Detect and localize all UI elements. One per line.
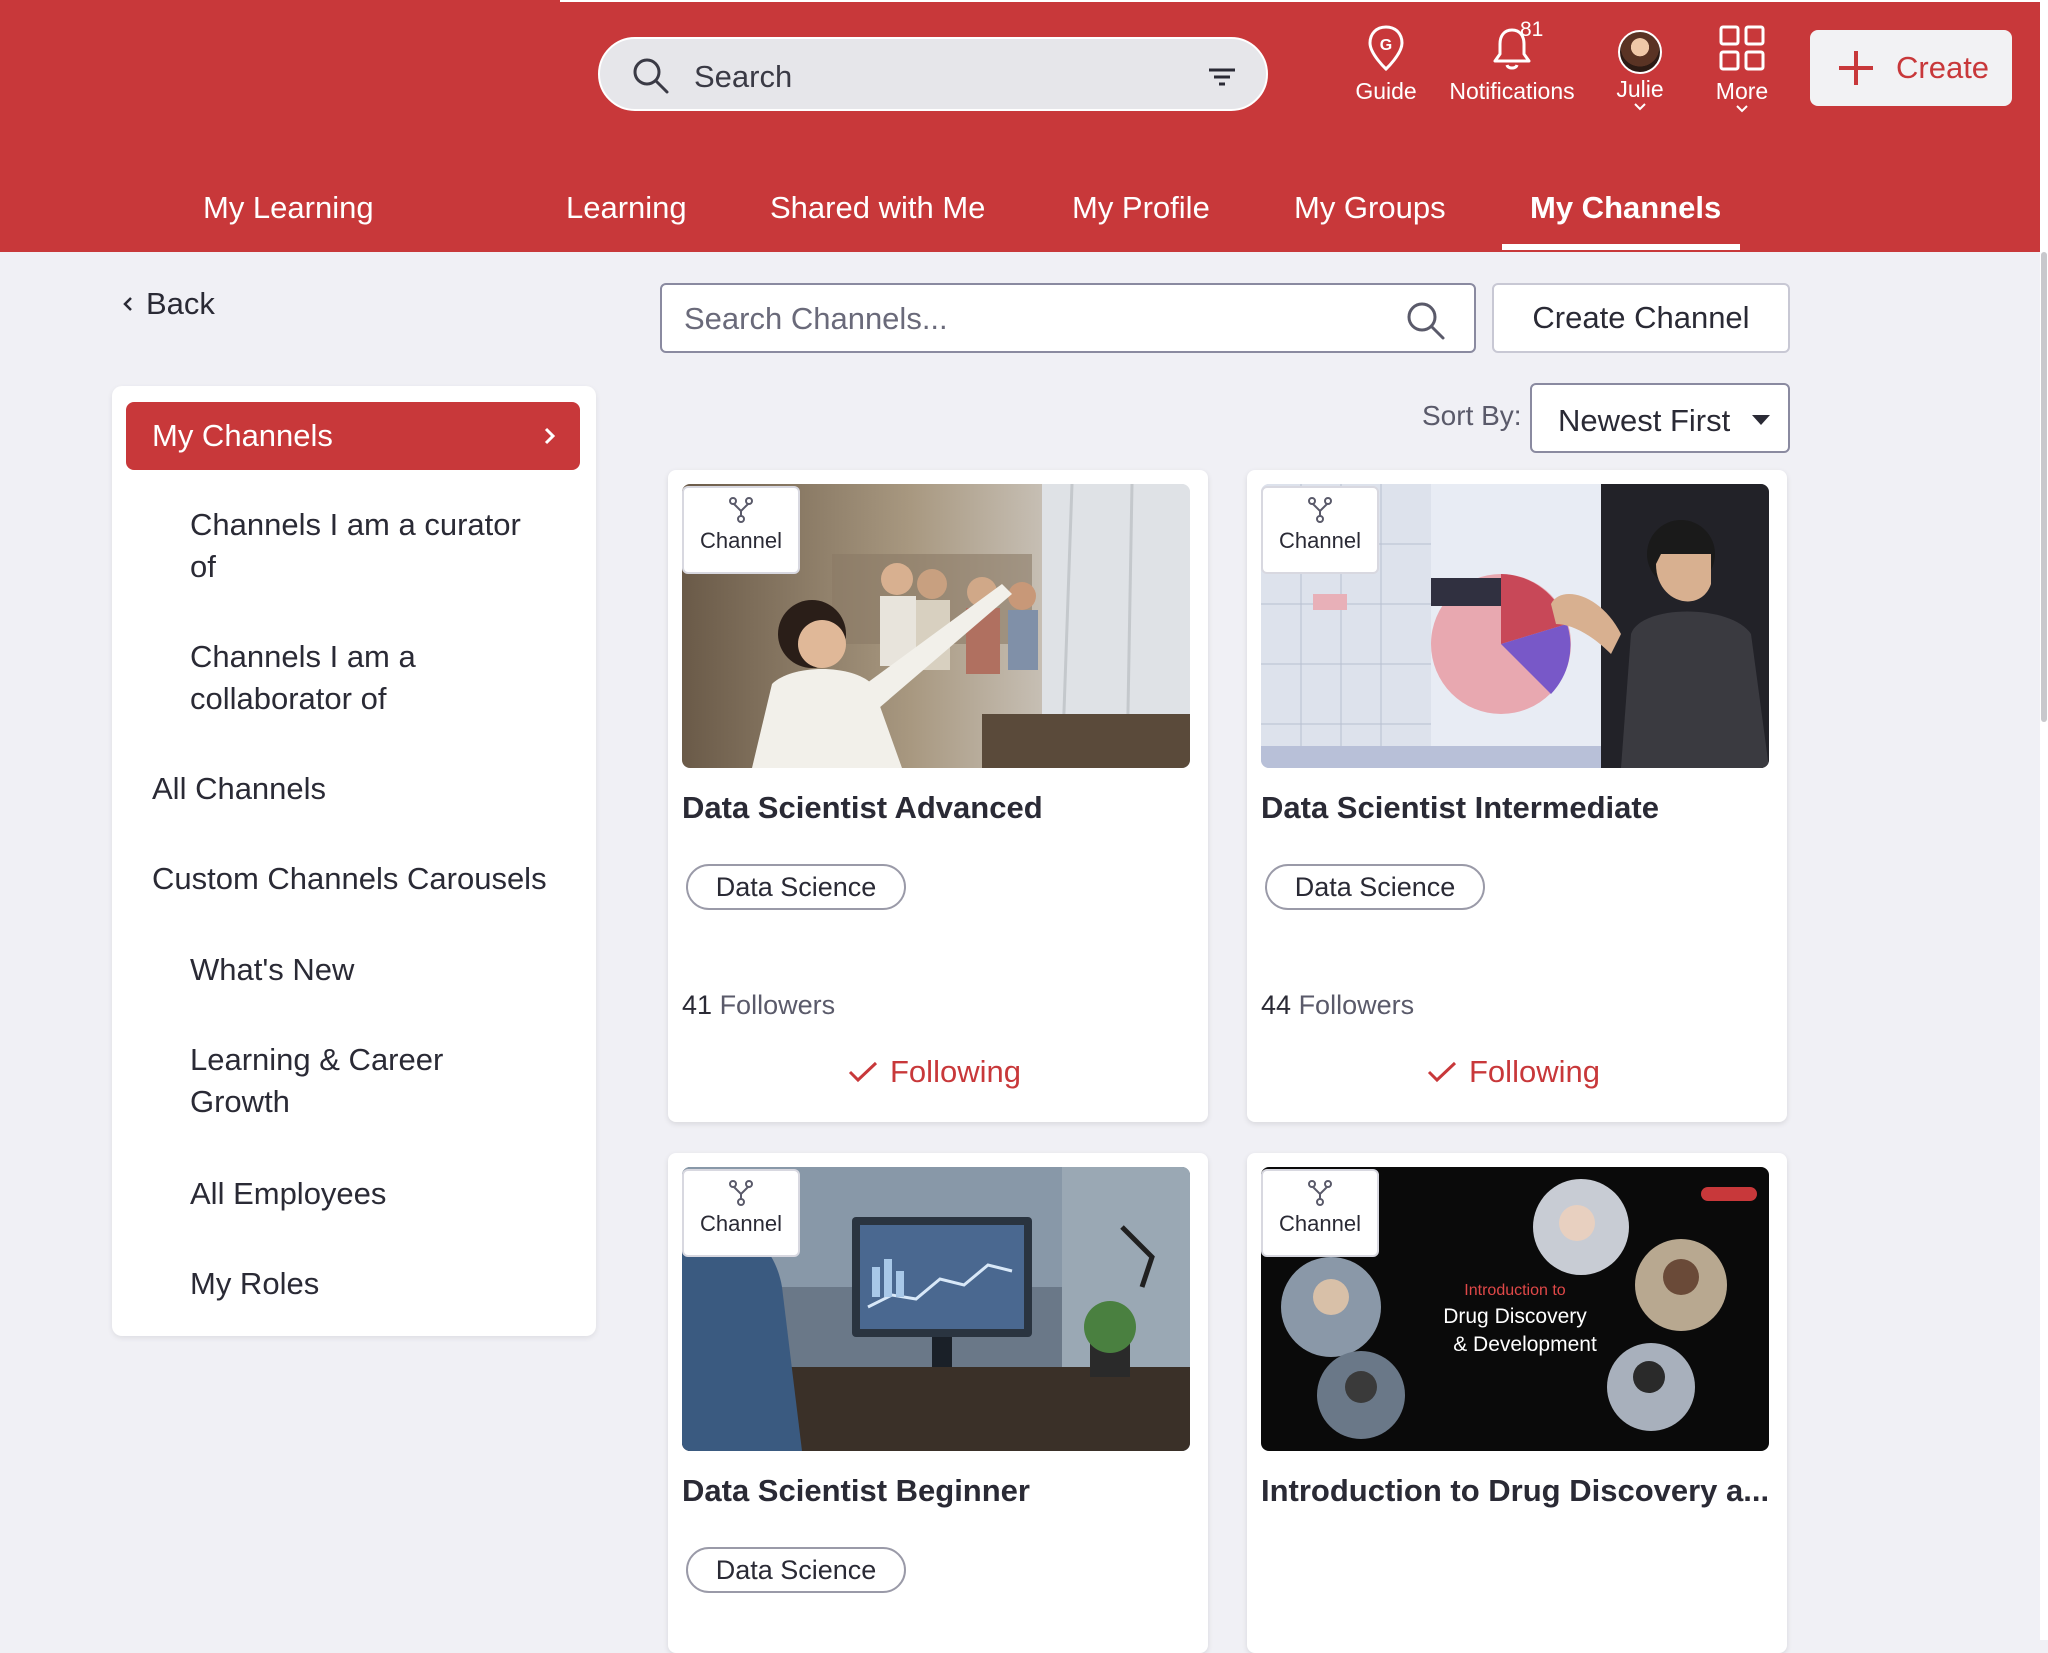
channel-icon	[729, 497, 753, 523]
plus-icon	[1839, 51, 1873, 85]
channel-type-label: Channel	[700, 528, 782, 553]
nav-more-label: More	[1715, 78, 1769, 104]
sidebar-item-curator[interactable]: Channels I am a curator of	[190, 504, 550, 588]
followers-count: 44 Followers	[1261, 990, 1414, 1021]
channel-card[interactable]: Introduction to Drug Discovery & Develop…	[1247, 1153, 1787, 1653]
channel-title[interactable]: Data Scientist Intermediate	[1261, 790, 1771, 826]
nav-user-menu[interactable]: Julie	[1592, 24, 1688, 114]
active-tab-indicator	[1502, 244, 1740, 250]
nav-more-menu[interactable]: More	[1696, 24, 1788, 114]
channel-title[interactable]: Data Scientist Beginner	[682, 1473, 1192, 1509]
channel-tag-chip[interactable]: Data Science	[686, 864, 906, 910]
sidebar-item-custom-carousels[interactable]: Custom Channels Carousels	[152, 858, 582, 900]
scrollbar-track[interactable]	[2040, 0, 2048, 1640]
channel-type-badge: Channel	[1261, 1169, 1379, 1257]
create-button-label: Create	[1896, 50, 1990, 85]
search-icon	[633, 58, 669, 94]
sidebar-item-whats-new[interactable]: What's New	[190, 949, 570, 991]
following-button-label: Following	[1469, 1054, 1600, 1089]
sidebar-item-collaborator[interactable]: Channels I am a collaborator of	[190, 636, 490, 720]
nav-guide-label: Guide	[1355, 78, 1417, 104]
channel-type-badge: Channel	[1261, 486, 1379, 574]
tab-my-channels[interactable]: My Channels	[1530, 190, 1721, 226]
following-button[interactable]: Following	[848, 1050, 1021, 1094]
global-search-placeholder: Search	[694, 59, 793, 94]
followers-label: Followers	[719, 990, 836, 1020]
sidebar-item-my-channels[interactable]: My Channels	[126, 402, 580, 470]
global-search-bar[interactable]: Search	[598, 37, 1268, 111]
chevron-right-icon	[544, 427, 556, 445]
channel-type-label: Channel	[1279, 528, 1361, 553]
channels-sidebar: My Channels Channels I am a curator of C…	[112, 386, 596, 1336]
back-link-label: Back	[146, 286, 215, 321]
tab-my-learning[interactable]: My Learning	[203, 190, 374, 226]
banner-line-3: & Development	[1453, 1333, 1597, 1356]
channel-type-label: Channel	[1279, 1211, 1361, 1236]
map-pin-icon: G	[1368, 25, 1404, 72]
sidebar-item-all-channels[interactable]: All Channels	[152, 768, 572, 810]
chevron-down-icon	[1736, 105, 1748, 113]
channel-card[interactable]: Channel Data Scientist Advanced Data Sci…	[668, 470, 1208, 1122]
sort-select-value: Newest First	[1558, 403, 1731, 438]
top-header: Search G Guide 81 Notifications Julie Mo…	[0, 0, 2048, 252]
back-link[interactable]: Back	[120, 286, 215, 322]
channel-title[interactable]: Data Scientist Advanced	[682, 790, 1192, 826]
sort-by-label: Sort By:	[1422, 400, 1522, 431]
followers-count: 41 Followers	[682, 990, 835, 1021]
create-channel-button[interactable]: Create Channel	[1492, 283, 1790, 353]
filter-icon[interactable]	[1206, 61, 1238, 93]
nav-notifications-label: Notifications	[1449, 78, 1575, 104]
tab-my-groups[interactable]: My Groups	[1294, 190, 1446, 226]
notification-count-badge: 81	[1520, 18, 1544, 41]
tab-learning[interactable]: Learning	[566, 190, 687, 226]
grid-icon	[1719, 25, 1765, 71]
channel-type-label: Channel	[700, 1211, 782, 1236]
channel-type-badge: Channel	[682, 486, 800, 574]
channel-card[interactable]: Channel Data Scientist Intermediate Data…	[1247, 470, 1787, 1122]
followers-number: 41	[682, 990, 713, 1020]
channel-title[interactable]: Introduction to Drug Discovery a...	[1261, 1473, 1771, 1509]
caret-down-icon	[1752, 415, 1770, 425]
check-icon	[848, 1061, 878, 1082]
sidebar-item-all-employees[interactable]: All Employees	[190, 1173, 570, 1215]
user-avatar	[1618, 30, 1662, 74]
channel-icon	[1308, 497, 1332, 523]
sidebar-item-learning-career[interactable]: Learning & Career Growth	[190, 1039, 490, 1123]
sidebar-item-label: My Channels	[152, 418, 333, 453]
chevron-down-icon	[1634, 103, 1646, 111]
followers-label: Followers	[1298, 990, 1415, 1020]
sidebar-item-my-roles[interactable]: My Roles	[190, 1263, 570, 1305]
create-button[interactable]: Create	[1810, 30, 2012, 106]
channel-type-badge: Channel	[682, 1169, 800, 1257]
banner-line-1: Introduction to	[1464, 1282, 1566, 1299]
following-button-label: Following	[890, 1054, 1021, 1089]
header-top-border	[560, 0, 2048, 2]
svg-text:G: G	[1380, 37, 1392, 54]
check-icon	[1427, 1061, 1457, 1082]
nav-guide[interactable]: G Guide	[1340, 24, 1432, 114]
channel-tag-chip[interactable]: Data Science	[1265, 864, 1485, 910]
channel-tag-chip[interactable]: Data Science	[686, 1547, 906, 1593]
channel-icon	[729, 1180, 753, 1206]
search-icon[interactable]	[1404, 299, 1446, 341]
chevron-left-icon	[123, 296, 132, 311]
sort-select[interactable]: Newest First	[1530, 383, 1790, 453]
following-button[interactable]: Following	[1427, 1050, 1600, 1094]
followers-number: 44	[1261, 990, 1292, 1020]
nav-user-label: Julie	[1616, 76, 1664, 102]
tab-shared-with-me[interactable]: Shared with Me	[770, 190, 985, 226]
channel-search-input[interactable]	[682, 297, 1362, 341]
scrollbar-thumb[interactable]	[2041, 252, 2047, 722]
banner-line-2: Drug Discovery	[1443, 1305, 1587, 1328]
tab-my-profile[interactable]: My Profile	[1072, 190, 1210, 226]
channel-icon	[1308, 1180, 1332, 1206]
channel-card[interactable]: Channel Data Scientist Beginner Data Sci…	[668, 1153, 1208, 1653]
nav-notifications[interactable]: 81 Notifications	[1440, 18, 1584, 114]
channel-search-field[interactable]	[660, 283, 1476, 353]
